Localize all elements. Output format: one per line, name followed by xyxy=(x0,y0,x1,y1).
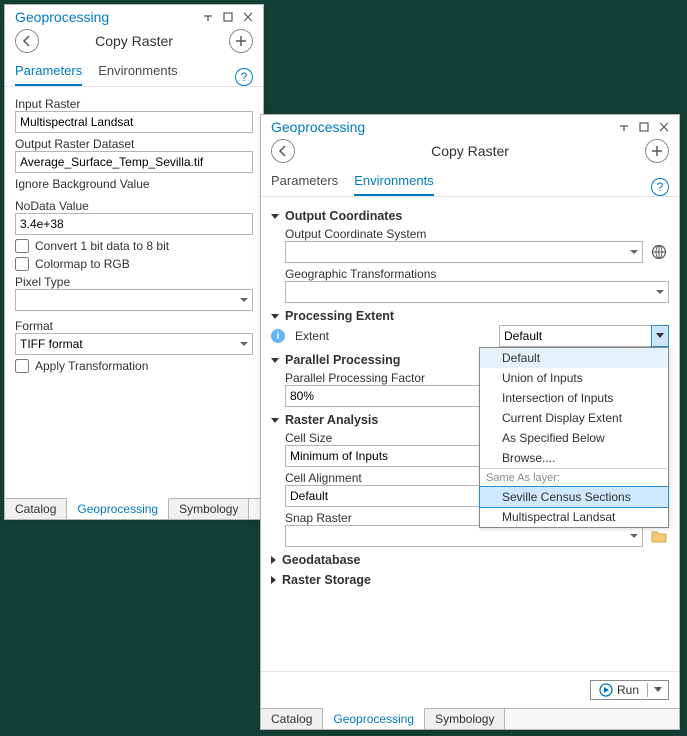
panel-title: Geoprocessing xyxy=(271,119,365,135)
back-button[interactable] xyxy=(271,139,295,163)
bottomtab-catalog[interactable]: Catalog xyxy=(5,499,67,519)
close-icon[interactable] xyxy=(239,9,257,25)
close-icon[interactable] xyxy=(655,119,673,135)
pixel-type-dropdown[interactable] xyxy=(15,289,253,311)
autohide-toggle-icon[interactable] xyxy=(199,9,217,25)
output-coord-system-field[interactable] xyxy=(285,241,643,263)
tool-title: Copy Raster xyxy=(39,33,229,49)
play-icon xyxy=(599,683,613,697)
colormap-checkbox[interactable]: Colormap to RGB xyxy=(15,257,253,271)
extent-field[interactable] xyxy=(499,325,669,347)
maximize-icon[interactable] xyxy=(635,119,653,135)
autohide-toggle-icon[interactable] xyxy=(615,119,633,135)
label-pixel-type: Pixel Type xyxy=(15,275,253,289)
tool-title: Copy Raster xyxy=(295,143,645,159)
folder-icon[interactable] xyxy=(649,526,669,546)
back-button[interactable] xyxy=(15,29,39,53)
snap-raster-dropdown[interactable] xyxy=(285,525,643,547)
run-split-button[interactable] xyxy=(647,683,662,697)
panel-titlebar: Geoprocessing xyxy=(261,115,679,137)
run-button[interactable]: Run xyxy=(590,680,669,700)
output-raster-field[interactable] xyxy=(15,151,253,173)
convert-1bit-box[interactable] xyxy=(15,239,29,253)
extent-option-browse[interactable]: Browse.... xyxy=(480,448,668,468)
apply-transformation-checkbox[interactable]: Apply Transformation xyxy=(15,359,253,373)
caret-down-icon xyxy=(271,418,279,423)
caret-down-icon xyxy=(271,314,279,319)
extent-dropdown[interactable]: Default Union of Inputs Intersection of … xyxy=(499,325,669,347)
label-input-raster: Input Raster xyxy=(15,97,253,111)
caret-right-icon xyxy=(271,556,276,564)
panel-title: Geoprocessing xyxy=(15,9,109,25)
bottomtab-geoprocessing[interactable]: Geoprocessing xyxy=(323,708,425,729)
snap-raster-field[interactable] xyxy=(285,525,643,547)
bottomtab-symbology[interactable]: Symbology xyxy=(425,709,505,729)
geographic-transformations-dropdown[interactable] xyxy=(285,281,669,303)
bottom-tabstrip: Catalog Geoprocessing Symbology xyxy=(261,708,679,729)
geoprocessing-panel-environments: Geoprocessing Copy Raster Parameters Env… xyxy=(260,114,680,730)
tab-parameters[interactable]: Parameters xyxy=(271,169,338,196)
tool-tabs: Parameters Environments ? xyxy=(5,59,263,87)
globe-icon[interactable] xyxy=(649,242,669,262)
environments-form: Output Coordinates Output Coordinate Sys… xyxy=(261,197,679,671)
parameters-form: Input Raster Output Raster Dataset Ignor… xyxy=(5,87,263,498)
bottomtab-catalog[interactable]: Catalog xyxy=(261,709,323,729)
add-tool-button[interactable] xyxy=(645,139,669,163)
input-raster-field[interactable] xyxy=(15,111,253,133)
pixel-type-field[interactable] xyxy=(15,289,253,311)
panel-titlebar: Geoprocessing xyxy=(5,5,263,27)
label-output-raster: Output Raster Dataset xyxy=(15,137,253,151)
caret-down-icon xyxy=(271,214,279,219)
nodata-field[interactable] xyxy=(15,213,253,235)
colormap-box[interactable] xyxy=(15,257,29,271)
label-extent: Extent xyxy=(295,329,329,343)
tool-header: Copy Raster xyxy=(5,27,263,59)
help-icon[interactable]: ? xyxy=(235,68,253,86)
add-tool-button[interactable] xyxy=(229,29,253,53)
section-geodatabase[interactable]: Geodatabase xyxy=(271,553,669,567)
caret-right-icon xyxy=(271,576,276,584)
format-field[interactable] xyxy=(15,333,253,355)
caret-down-icon xyxy=(271,358,279,363)
convert-1bit-checkbox[interactable]: Convert 1 bit data to 8 bit xyxy=(15,239,253,253)
tool-header: Copy Raster xyxy=(261,137,679,169)
tool-tabs: Parameters Environments ? xyxy=(261,169,679,197)
label-format: Format xyxy=(15,319,253,333)
extent-dropdown-menu: Default Union of Inputs Intersection of … xyxy=(479,347,669,528)
extent-option-specified[interactable]: As Specified Below xyxy=(480,428,668,448)
info-icon[interactable]: i xyxy=(271,329,285,343)
section-processing-extent[interactable]: Processing Extent xyxy=(271,309,669,323)
help-icon[interactable]: ? xyxy=(651,178,669,196)
extent-option-default[interactable]: Default xyxy=(480,348,668,368)
extent-layer-seville[interactable]: Seville Census Sections xyxy=(479,486,669,508)
section-output-coordinates[interactable]: Output Coordinates xyxy=(271,209,669,223)
tab-parameters[interactable]: Parameters xyxy=(15,59,82,86)
label-ignore-background: Ignore Background Value xyxy=(15,177,253,191)
label-nodata: NoData Value xyxy=(15,199,253,213)
extent-dropdown-button[interactable] xyxy=(651,325,669,347)
bottom-tabstrip: Catalog Geoprocessing Symbology xyxy=(5,498,263,519)
bottomtab-geoprocessing[interactable]: Geoprocessing xyxy=(67,498,169,519)
label-geographic-transformations: Geographic Transformations xyxy=(285,267,669,281)
label-output-coord-system: Output Coordinate System xyxy=(285,227,669,241)
extent-option-intersection[interactable]: Intersection of Inputs xyxy=(480,388,668,408)
section-raster-storage[interactable]: Raster Storage xyxy=(271,573,669,587)
geographic-transformations-field[interactable] xyxy=(285,281,669,303)
output-coord-system-dropdown[interactable] xyxy=(285,241,643,263)
extent-group-label: Same As layer: xyxy=(480,468,668,487)
geoprocessing-panel-parameters: Geoprocessing Copy Raster Parameters Env… xyxy=(4,4,264,520)
tab-environments[interactable]: Environments xyxy=(354,169,433,196)
extent-option-display[interactable]: Current Display Extent xyxy=(480,408,668,428)
format-dropdown[interactable] xyxy=(15,333,253,355)
extent-layer-landsat[interactable]: Multispectral Landsat xyxy=(480,507,668,527)
tab-environments[interactable]: Environments xyxy=(98,59,177,86)
bottomtab-symbology[interactable]: Symbology xyxy=(169,499,249,519)
run-bar: Run xyxy=(261,671,679,708)
extent-option-union[interactable]: Union of Inputs xyxy=(480,368,668,388)
apply-transformation-box[interactable] xyxy=(15,359,29,373)
maximize-icon[interactable] xyxy=(219,9,237,25)
